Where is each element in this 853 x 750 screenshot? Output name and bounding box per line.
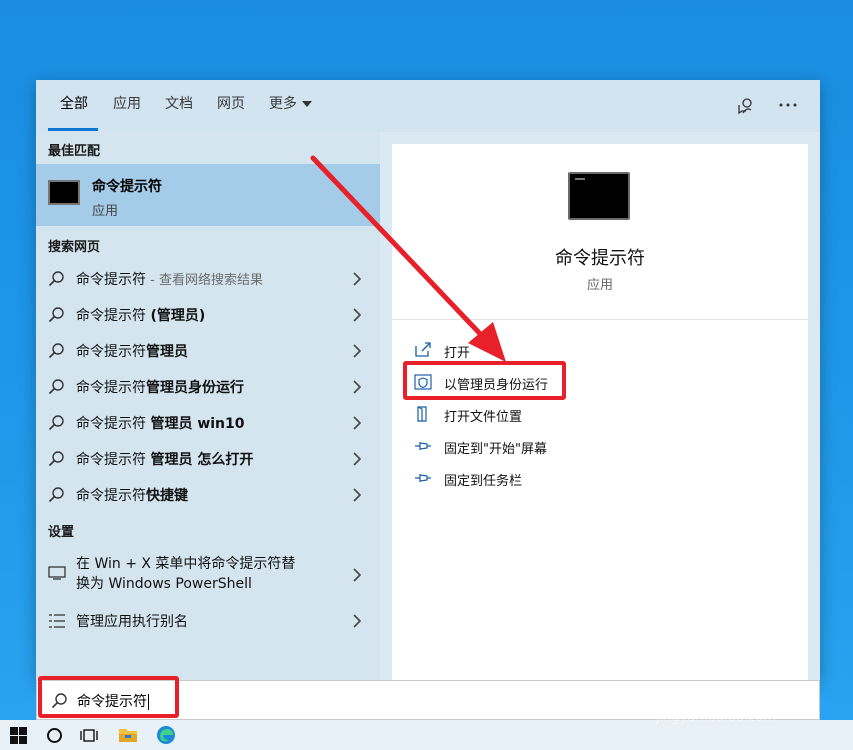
web-result-label: 命令提示符 (管理员) <box>76 308 206 324</box>
section-search-web: 搜索网页 <box>48 240 101 255</box>
settings-item-label: 管理应用执行别名 <box>76 614 188 630</box>
open-icon <box>415 342 431 357</box>
web-result-label: 命令提示符 - 查看网络搜索结果 <box>76 272 263 288</box>
web-result-label: 命令提示符 管理员 win10 <box>76 416 245 432</box>
web-result-item[interactable]: 命令提示符 管理员 怎么打开 <box>36 440 380 476</box>
command-prompt-icon <box>48 180 80 205</box>
tab-more[interactable]: 更多 <box>269 80 312 132</box>
search-icon <box>48 415 64 431</box>
pin-icon <box>415 442 431 450</box>
tab-documents[interactable]: 文档 <box>165 80 193 132</box>
detail-subtitle: 应用 <box>586 278 613 293</box>
file-location-icon <box>417 406 427 422</box>
tab-apps[interactable]: 应用 <box>113 80 141 132</box>
web-result-item[interactable]: 命令提示符快捷键 <box>36 476 380 512</box>
action-label: 固定到任务栏 <box>444 474 523 489</box>
web-result-label: 命令提示符 管理员 怎么打开 <box>76 452 254 468</box>
web-result-item[interactable]: 命令提示符 (管理员) <box>36 296 380 332</box>
search-icon <box>48 271 64 287</box>
best-match-item[interactable]: 命令提示符 应用 <box>36 164 380 226</box>
pin-icon <box>415 474 431 482</box>
search-icon <box>48 343 64 359</box>
chevron-right-icon <box>353 344 362 358</box>
more-options-icon[interactable] <box>778 102 798 108</box>
tab-all[interactable]: 全部 <box>60 80 88 132</box>
chevron-right-icon <box>353 452 362 466</box>
search-icon <box>48 307 64 323</box>
web-result-label: 命令提示符管理员身份运行 <box>76 380 244 396</box>
settings-item-label: 在 Win + X 菜单中将命令提示符替 换为 Windows PowerShe… <box>76 556 296 592</box>
web-result-label: 命令提示符快捷键 <box>76 488 188 504</box>
annotation-highlight-run-as-admin <box>403 361 566 400</box>
command-prompt-large-icon <box>568 172 630 220</box>
tab-more-label: 更多 <box>269 96 297 112</box>
search-icon <box>48 379 64 395</box>
web-result-label: 命令提示符管理员 <box>76 344 188 360</box>
action-label: 固定到"开始"屏幕 <box>444 442 547 457</box>
file-explorer-icon[interactable] <box>118 726 138 744</box>
action-pin-to-taskbar[interactable]: 固定到任务栏 <box>414 464 794 492</box>
search-tabs-bar: 全部 应用 文档 网页 更多 <box>36 80 820 132</box>
detail-header: 命令提示符 应用 <box>392 144 808 320</box>
chevron-right-icon <box>353 308 362 322</box>
action-pin-to-start[interactable]: 固定到"开始"屏幕 <box>414 432 794 460</box>
chevron-right-icon <box>353 416 362 430</box>
web-result-item[interactable]: 命令提示符 - 查看网络搜索结果 <box>36 260 380 296</box>
monitor-icon <box>48 566 66 580</box>
detail-pane: 命令提示符 应用 打开 以管理员身份运行 打开文件位置 固定到"开始"屏幕 固定… <box>392 144 808 680</box>
action-open[interactable]: 打开 <box>414 336 794 364</box>
settings-item-aliases[interactable]: 管理应用执行别名 <box>36 602 380 638</box>
watermark-logo: Baidu 经验 <box>650 654 795 684</box>
web-result-item[interactable]: 命令提示符管理员 <box>36 332 380 368</box>
detail-title: 命令提示符 <box>555 248 645 269</box>
edge-browser-icon[interactable] <box>156 725 176 745</box>
windows-start-icon[interactable] <box>10 727 27 744</box>
list-icon <box>49 614 65 628</box>
action-open-file-location[interactable]: 打开文件位置 <box>414 400 794 428</box>
chevron-right-icon <box>353 568 362 582</box>
feedback-icon[interactable] <box>736 96 756 116</box>
chevron-right-icon <box>353 614 362 628</box>
tab-web[interactable]: 网页 <box>217 80 245 132</box>
section-settings: 设置 <box>48 525 75 540</box>
annotation-highlight-search-box <box>38 676 179 718</box>
active-tab-indicator <box>48 128 98 131</box>
chevron-down-icon <box>302 101 312 107</box>
chevron-right-icon <box>353 380 362 394</box>
cortana-icon[interactable] <box>46 727 63 744</box>
best-match-title: 命令提示符 <box>92 179 162 195</box>
chevron-right-icon <box>353 272 362 286</box>
results-list: 最佳匹配 命令提示符 应用 搜索网页 设置 在 Win + X 菜单中将命令提示… <box>36 132 380 680</box>
action-label: 打开 <box>444 346 471 361</box>
section-best-match: 最佳匹配 <box>48 144 101 159</box>
search-icon <box>48 451 64 467</box>
web-result-item[interactable]: 命令提示符管理员身份运行 <box>36 368 380 404</box>
action-label: 打开文件位置 <box>444 410 523 425</box>
watermark-url: jingyan.baidu.com <box>656 710 776 725</box>
search-icon <box>48 487 64 503</box>
web-result-item[interactable]: 命令提示符 管理员 win10 <box>36 404 380 440</box>
task-view-icon[interactable] <box>80 727 98 744</box>
best-match-subtitle: 应用 <box>92 204 119 219</box>
chevron-right-icon <box>353 488 362 502</box>
settings-item-powershell[interactable]: 在 Win + X 菜单中将命令提示符替 换为 Windows PowerShe… <box>36 548 380 600</box>
